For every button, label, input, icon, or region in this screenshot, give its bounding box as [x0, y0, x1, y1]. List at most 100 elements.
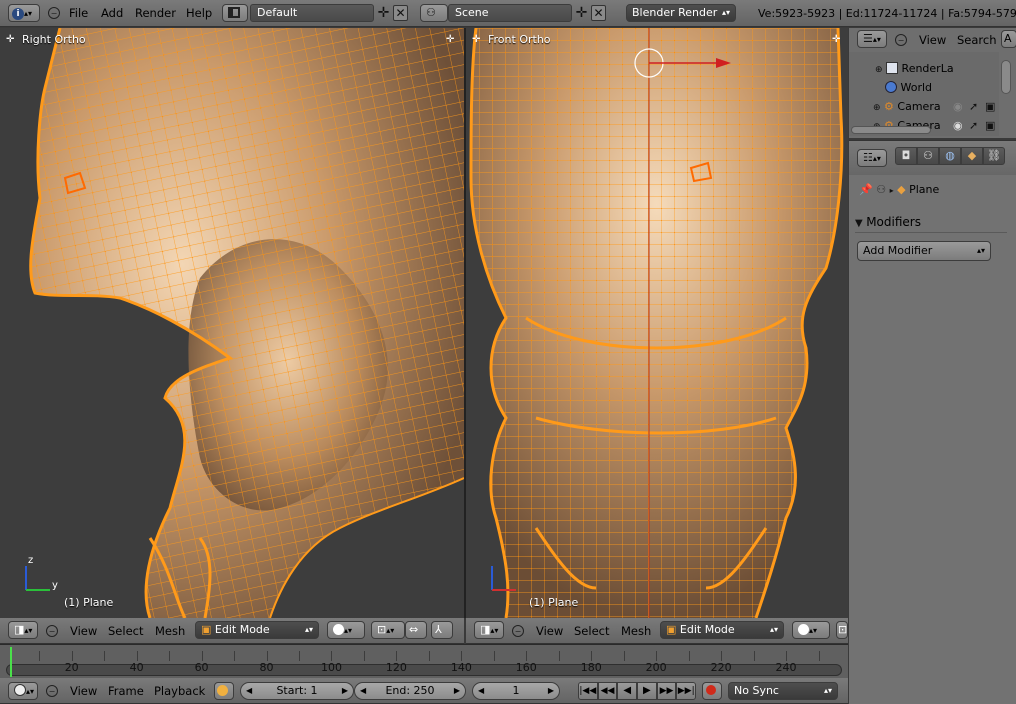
menu-frame[interactable]: Frame: [108, 679, 144, 703]
editor-type-button[interactable]: i ▴▾: [8, 4, 40, 22]
menu-render[interactable]: Render: [135, 0, 176, 26]
edit-mode-icon: ▣: [666, 623, 677, 636]
tick-mark: [169, 651, 171, 661]
sphere-icon: [333, 624, 344, 635]
scene-tab-icon[interactable]: ⚇: [917, 147, 939, 165]
menu-select[interactable]: Select: [108, 619, 143, 643]
collapse-menu-icon[interactable]: −: [512, 625, 524, 637]
mode-dropdown[interactable]: ▣ Edit Mode ▴▾: [660, 621, 784, 639]
viewport-right-ortho[interactable]: Right Ortho ✛ ✛ z y (1) Plane: [0, 28, 464, 618]
editor-type-button[interactable]: ☷▴▾: [857, 149, 887, 167]
list-item-label: Camera: [897, 100, 941, 113]
collapse-menu-icon[interactable]: −: [48, 7, 60, 19]
editor-type-button[interactable]: ◨▴▾: [8, 621, 38, 639]
pin-icon[interactable]: 📌: [859, 183, 873, 196]
visibility-icon[interactable]: ◉: [953, 98, 963, 116]
viewport-front-ortho[interactable]: Front Ortho ✛ ✛ (1) Plane: [466, 28, 848, 618]
list-item[interactable]: ⊕ RenderLa: [875, 60, 954, 78]
outliner-panel: ☰▴▾ − View Search A ⊕ RenderLa World ⊕ ⚙…: [849, 28, 1016, 138]
display-mode-button[interactable]: A: [1001, 30, 1016, 48]
constraints-tab-icon[interactable]: ⛓: [983, 147, 1005, 165]
sync-label: No Sync: [734, 684, 779, 697]
expand-icon[interactable]: ⊕: [873, 99, 881, 117]
pivot-dropdown[interactable]: ⊡: [836, 621, 848, 639]
list-item[interactable]: World: [885, 79, 932, 97]
editor-type-button[interactable]: ▴▾: [8, 682, 38, 700]
axis-y-label: y: [52, 580, 58, 591]
collapse-menu-icon[interactable]: −: [46, 625, 58, 637]
tick-mark: [753, 651, 755, 661]
sync-dropdown[interactable]: No Sync ▴▾: [728, 682, 838, 700]
shading-dropdown[interactable]: ▴▾: [327, 621, 365, 639]
transform-gizmo-button[interactable]: ⅄: [431, 621, 453, 639]
add-layout-icon[interactable]: ✛: [376, 5, 391, 21]
current-frame-field[interactable]: ◀ 1 ▶: [472, 682, 560, 700]
menu-view[interactable]: View: [919, 28, 946, 52]
tick-label: 200: [645, 661, 667, 674]
editor-type-button[interactable]: ☰▴▾: [857, 30, 887, 48]
scene-icon-button[interactable]: ⚇: [420, 4, 448, 22]
screen-layout-icon-button[interactable]: [222, 4, 248, 22]
horizontal-scrollbar[interactable]: [851, 126, 931, 134]
corner-plus-icon[interactable]: ✛: [446, 34, 454, 45]
select-cursor-icon[interactable]: ➚: [969, 117, 978, 135]
menu-view[interactable]: View: [70, 619, 97, 643]
menu-mesh[interactable]: Mesh: [155, 619, 185, 643]
mode-dropdown[interactable]: ▣ Edit Mode ▴▾: [195, 621, 319, 639]
render-camera-icon[interactable]: ▣: [985, 117, 995, 135]
collapse-menu-icon[interactable]: −: [46, 685, 58, 697]
preview-range-toggle[interactable]: [214, 682, 234, 700]
menu-mesh[interactable]: Mesh: [621, 619, 651, 643]
breadcrumb: 📌 ⚇ ▸ ◆ Plane: [859, 181, 939, 199]
pivot-dropdown[interactable]: ⊡▴▾: [371, 621, 405, 639]
menu-select[interactable]: Select: [574, 619, 609, 643]
end-frame-field[interactable]: ◀ End: 250 ▶: [354, 682, 466, 700]
collapse-menu-icon[interactable]: −: [895, 34, 907, 46]
add-modifier-dropdown[interactable]: Add Modifier ▴▾: [857, 241, 991, 261]
jump-keyframe-forward-icon[interactable]: ▶▶: [656, 682, 677, 700]
visibility-icon[interactable]: ◉: [953, 117, 963, 135]
scene-field[interactable]: Scene: [448, 4, 572, 22]
render-camera-icon[interactable]: ▣: [985, 98, 995, 116]
menu-help[interactable]: Help: [186, 0, 212, 26]
menu-playback[interactable]: Playback: [154, 679, 205, 703]
properties-panel: ☷▴▾ ◘ ⚇ ◍ ◆ ⛓ 📌 ⚇ ▸ ◆ Plane ▼ Modifiers …: [849, 140, 1016, 704]
shading-dropdown[interactable]: ▴▾: [792, 621, 830, 639]
render-engine-dropdown[interactable]: Blender Render ▴▾: [626, 4, 736, 22]
vertical-scrollbar[interactable]: [1001, 60, 1011, 94]
menu-search[interactable]: Search: [957, 28, 997, 52]
menu-add[interactable]: Add: [101, 0, 123, 26]
close-layout-icon[interactable]: ✕: [393, 5, 408, 21]
screen-layout-field[interactable]: Default: [250, 4, 374, 22]
play-icon[interactable]: ▶: [637, 682, 657, 700]
menu-view[interactable]: View: [536, 619, 563, 643]
world-tab-icon[interactable]: ◍: [939, 147, 961, 165]
viewport-label: Front Ortho: [488, 33, 551, 46]
object-tab-icon[interactable]: ◆: [961, 147, 983, 165]
select-cursor-icon[interactable]: ➚: [969, 98, 978, 116]
jump-end-icon[interactable]: ▶▶|: [676, 682, 697, 700]
current-frame-label: 1: [512, 684, 520, 697]
add-scene-icon[interactable]: ✛: [574, 5, 589, 21]
start-frame-field[interactable]: ◀ Start: 1 ▶: [240, 682, 354, 700]
record-button[interactable]: [702, 682, 722, 700]
end-frame-label: End: 250: [385, 684, 435, 697]
timeline-area[interactable]: 20 40 60 80 100 120 140 160 180 200 220 240: [0, 644, 848, 678]
modifiers-section-header[interactable]: ▼ Modifiers: [855, 211, 1007, 233]
expand-icon[interactable]: ⊕: [875, 61, 883, 79]
render-tab-icon[interactable]: ◘: [895, 147, 917, 165]
editor-type-button[interactable]: ◨▴▾: [474, 621, 504, 639]
corner-plus-icon[interactable]: ✛: [832, 34, 840, 45]
list-item[interactable]: ⊕ ⚙ Camera ◉ ➚ ▣: [873, 98, 999, 116]
play-reverse-icon[interactable]: ◀: [617, 682, 638, 700]
tick-mark: [526, 651, 528, 661]
breadcrumb-object: Plane: [909, 183, 940, 196]
chevron-updown-icon: ▴▾: [769, 625, 778, 634]
manipulator-toggle[interactable]: ⇔: [405, 621, 427, 639]
menu-view[interactable]: View: [70, 679, 97, 703]
close-scene-icon[interactable]: ✕: [591, 5, 606, 21]
jump-start-icon[interactable]: |◀◀: [578, 682, 598, 700]
jump-keyframe-back-icon[interactable]: ◀◀: [597, 682, 618, 700]
tick-label: 180: [580, 661, 602, 674]
menu-file[interactable]: File: [69, 0, 88, 26]
